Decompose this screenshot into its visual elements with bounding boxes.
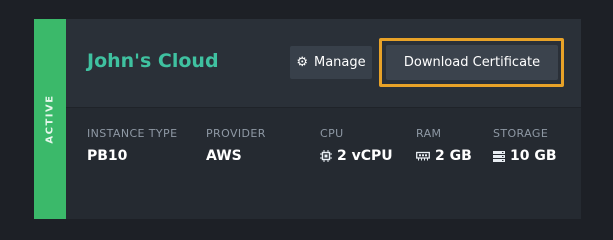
status-bar: ACTIVE xyxy=(34,19,66,219)
spec-storage: STORAGE 10 GB xyxy=(493,127,557,164)
spec-value: PB10 xyxy=(87,148,177,164)
spec-label: INSTANCE TYPE xyxy=(87,127,178,140)
spec-value-text: AWS xyxy=(206,148,242,164)
spec-value-text: 2 GB xyxy=(435,148,472,164)
spec-provider: PROVIDER AWS xyxy=(206,127,266,164)
spec-label: PROVIDER xyxy=(206,127,266,140)
storage-icon xyxy=(493,150,505,162)
manage-button-label: Manage xyxy=(314,55,366,70)
spec-value-text: 2 vCPU xyxy=(337,148,393,164)
spec-label: RAM xyxy=(416,127,442,140)
spec-instance-type: INSTANCE TYPE PB10 xyxy=(87,127,177,164)
spec-value-text: 10 GB xyxy=(510,148,557,164)
spec-value: 2 vCPU xyxy=(320,148,393,164)
spec-value: AWS xyxy=(206,148,266,164)
spec-value: 2 GB xyxy=(416,148,472,164)
spec-value-text: PB10 xyxy=(87,148,128,164)
card-header: John's Cloud ⚙ Manage Download Certifica… xyxy=(66,19,581,108)
instance-name: John's Cloud xyxy=(87,50,219,72)
instance-card: ACTIVE John's Cloud ⚙ Manage Download Ce… xyxy=(34,19,581,219)
manage-button[interactable]: ⚙ Manage xyxy=(290,46,372,79)
spec-ram: RAM 2 GB xyxy=(416,127,472,164)
spec-label: CPU xyxy=(320,127,344,140)
spec-label: STORAGE xyxy=(493,127,549,140)
status-label: ACTIVE xyxy=(44,94,56,144)
spec-value: 10 GB xyxy=(493,148,557,164)
download-certificate-label: Download Certificate xyxy=(403,55,541,70)
cpu-icon xyxy=(320,150,332,162)
memory-icon xyxy=(416,151,430,161)
spec-cpu: CPU 2 vCPU xyxy=(320,127,393,164)
download-certificate-button[interactable]: Download Certificate xyxy=(386,45,558,80)
gear-icon: ⚙ xyxy=(296,55,308,70)
